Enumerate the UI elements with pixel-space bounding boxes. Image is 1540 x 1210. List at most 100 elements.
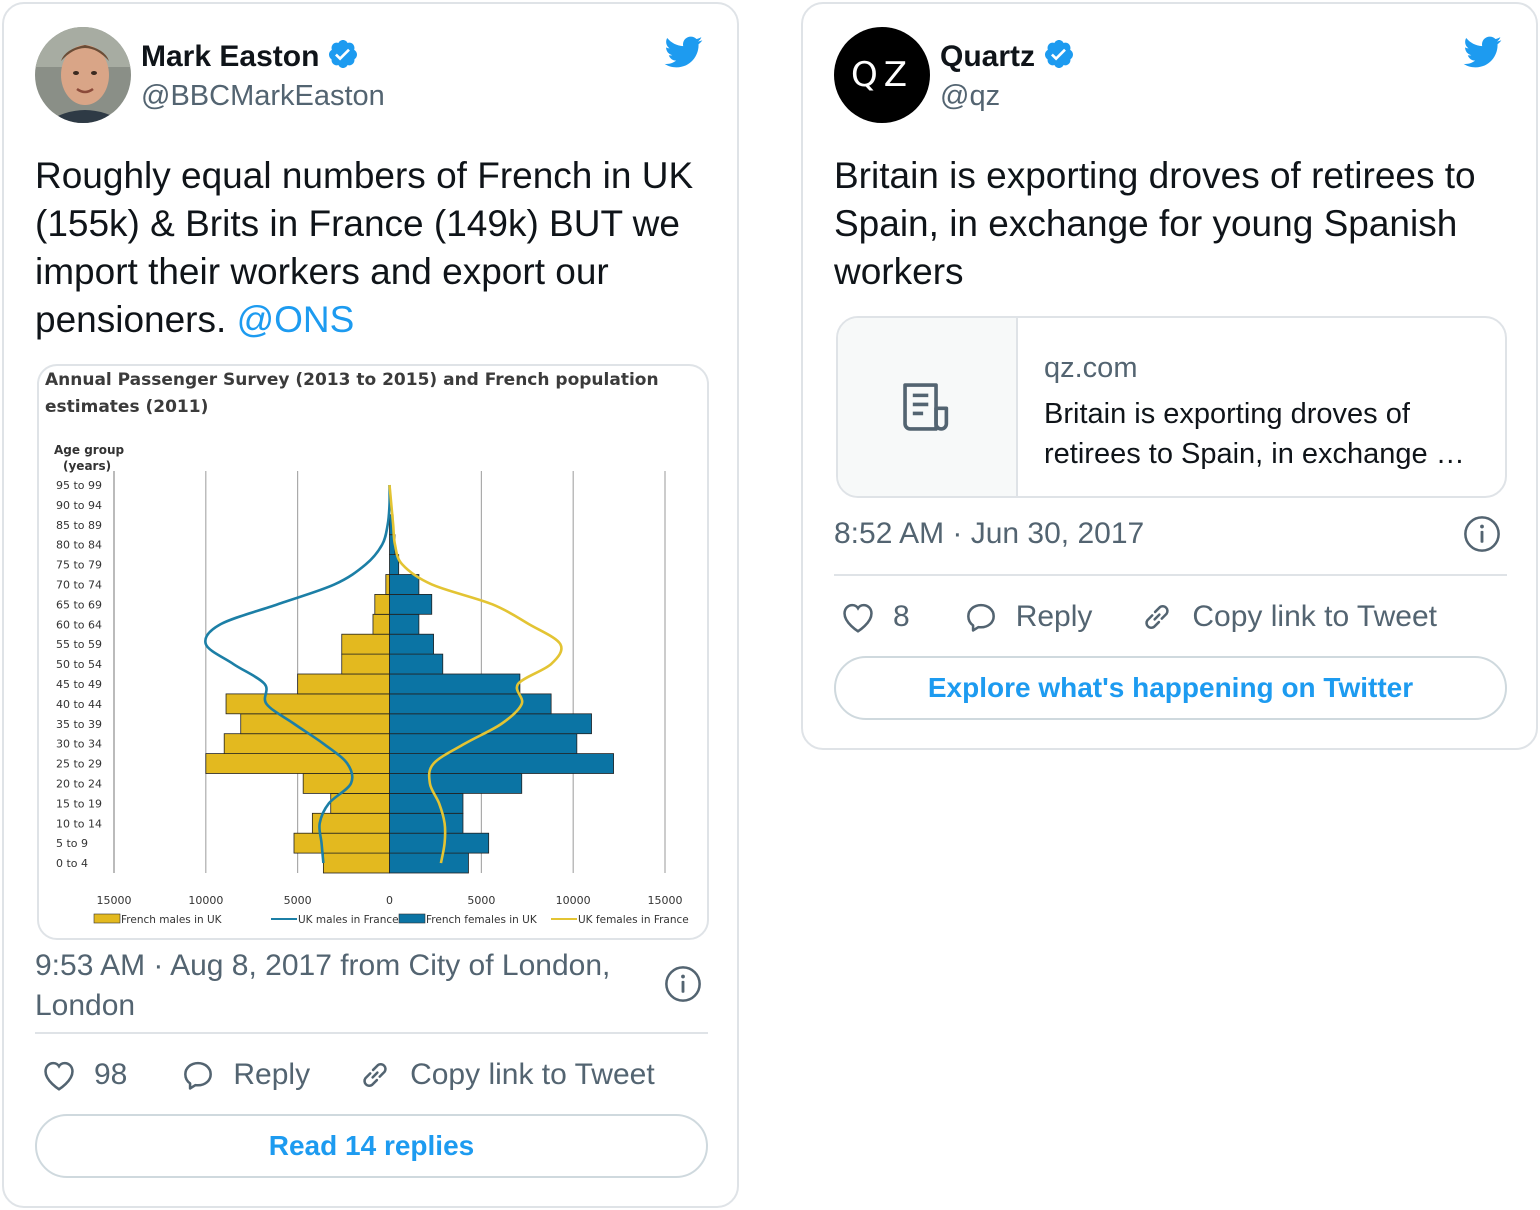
- population-pyramid-chart: Annual Passenger Survey (2013 to 2015) a…: [45, 370, 689, 926]
- twitter-bird-icon[interactable]: [1457, 32, 1507, 72]
- legend-label: UK males in France: [298, 914, 399, 926]
- tweet-card-quartz[interactable]: QZ Quartz @qz Britain is exporting drove…: [801, 2, 1538, 750]
- bar-french-females: [389, 733, 578, 755]
- avatar-logo-text: QZ: [850, 55, 914, 95]
- link-title[interactable]: Britain is exporting droves of retirees …: [1044, 394, 1484, 474]
- tweet-timestamp[interactable]: 9:53 AM · Aug 8, 2017 from City of Londo…: [35, 946, 655, 1026]
- copy-link-button[interactable]: Copy link to Tweet: [356, 1056, 655, 1094]
- y-tick-label: 25 to 29: [56, 758, 102, 771]
- tweet-card-mark-easton[interactable]: Mark Easton @BBCMarkEaston Roughly equal…: [2, 2, 739, 1208]
- read-replies-button[interactable]: Read 14 replies: [35, 1114, 708, 1178]
- bar-french-males: [372, 613, 390, 635]
- x-tick-label: 15000: [97, 894, 132, 907]
- reply-label[interactable]: Reply: [1016, 600, 1093, 634]
- info-icon[interactable]: [664, 965, 702, 1003]
- y-tick-label: 35 to 39: [56, 718, 102, 731]
- copy-link-label[interactable]: Copy link to Tweet: [410, 1058, 655, 1092]
- reply-bubble-icon[interactable]: [179, 1056, 217, 1094]
- bar-french-females: [389, 574, 420, 595]
- legend-swatch: [93, 913, 121, 924]
- link-icon[interactable]: [1138, 598, 1176, 636]
- bar-french-females: [389, 693, 552, 715]
- y-tick-label: 95 to 99: [56, 479, 102, 492]
- y-tick-label: 50 to 54: [56, 658, 102, 671]
- y-tick-label: 20 to 24: [56, 777, 102, 790]
- y-tick-label: 5 to 9: [56, 837, 88, 850]
- bar-french-females: [389, 593, 433, 615]
- like-button[interactable]: 98: [40, 1056, 127, 1094]
- reply-label[interactable]: Reply: [233, 1058, 310, 1092]
- bar-french-females: [389, 633, 434, 655]
- author-name[interactable]: Quartz: [940, 40, 1035, 74]
- like-count[interactable]: 8: [893, 600, 910, 634]
- x-tick-label: 0: [386, 894, 393, 907]
- bar-french-males: [297, 673, 390, 695]
- link-icon[interactable]: [356, 1056, 394, 1094]
- bar-french-females: [389, 812, 464, 834]
- y-axis-label-2: (years): [63, 459, 111, 473]
- tweet-timestamp[interactable]: 8:52 AM · Jun 30, 2017: [834, 514, 1144, 554]
- avatar[interactable]: QZ: [834, 27, 930, 123]
- bar-french-males: [223, 733, 390, 755]
- like-button[interactable]: 8: [839, 598, 910, 636]
- bar-french-females: [389, 852, 469, 874]
- bar-french-males: [293, 832, 390, 854]
- y-tick-label: 65 to 69: [56, 598, 102, 611]
- author-name[interactable]: Mark Easton: [141, 40, 319, 74]
- article-icon: [903, 383, 949, 431]
- tweet-text: Roughly equal numbers of French in UK (1…: [35, 155, 694, 340]
- bar-french-females: [389, 792, 464, 814]
- bar-french-males: [311, 812, 390, 834]
- avatar[interactable]: [35, 27, 131, 123]
- legend-label: French males in UK: [121, 914, 223, 926]
- tweet-text: Britain is exporting droves of retirees …: [834, 155, 1476, 292]
- y-tick-label: 40 to 44: [56, 698, 102, 711]
- y-tick-label: 85 to 89: [56, 519, 102, 532]
- timestamp-line2[interactable]: London: [35, 986, 655, 1026]
- bar-french-females: [389, 673, 521, 695]
- reply-button[interactable]: Reply: [179, 1056, 310, 1094]
- heart-icon[interactable]: [40, 1056, 78, 1094]
- link-title-line2[interactable]: retirees to Spain, in exchange …: [1044, 434, 1484, 474]
- heart-icon[interactable]: [839, 598, 877, 636]
- bar-french-males: [205, 753, 390, 774]
- reply-bubble-icon[interactable]: [962, 598, 1000, 636]
- bar-french-males: [374, 593, 390, 615]
- y-tick-label: 45 to 49: [56, 678, 102, 691]
- tweet-body: Roughly equal numbers of French in UK (1…: [35, 152, 695, 344]
- bar-french-males: [240, 713, 390, 735]
- like-count[interactable]: 98: [94, 1058, 127, 1092]
- link-preview-card[interactable]: qz.com Britain is exporting droves of re…: [836, 316, 1507, 498]
- copy-link-button[interactable]: Copy link to Tweet: [1138, 598, 1437, 636]
- chart-image[interactable]: Annual Passenger Survey (2013 to 2015) a…: [37, 364, 709, 940]
- y-tick-label: 70 to 74: [56, 578, 102, 591]
- author-handle[interactable]: @qz: [940, 80, 1000, 113]
- timestamp-line1[interactable]: 9:53 AM · Aug 8, 2017 from City of Londo…: [35, 946, 655, 986]
- bar-french-males: [341, 653, 390, 675]
- y-tick-label: 80 to 84: [56, 539, 102, 552]
- divider: [35, 1032, 708, 1034]
- bar-french-males: [341, 633, 390, 655]
- y-tick-label: 90 to 94: [56, 499, 102, 512]
- twitter-bird-icon[interactable]: [658, 32, 708, 72]
- chart-title-line1: Annual Passenger Survey (2013 to 2015) a…: [45, 370, 659, 390]
- x-tick-label: 10000: [188, 894, 223, 907]
- link-title-line1[interactable]: Britain is exporting droves of: [1044, 394, 1484, 434]
- reply-button[interactable]: Reply: [962, 598, 1093, 636]
- author-handle[interactable]: @BBCMarkEaston: [141, 80, 385, 113]
- y-tick-label: 55 to 59: [56, 638, 102, 651]
- legend-label: UK females in France: [578, 914, 689, 926]
- bar-french-females: [389, 753, 614, 774]
- info-icon[interactable]: [1463, 515, 1501, 553]
- y-tick-label: 0 to 4: [56, 857, 88, 870]
- link-domain[interactable]: qz.com: [1044, 350, 1505, 386]
- explore-twitter-button[interactable]: Explore what's happening on Twitter: [834, 656, 1507, 720]
- bar-french-males: [330, 792, 390, 814]
- link-thumbnail[interactable]: [838, 318, 1018, 496]
- x-tick-label: 5000: [284, 894, 312, 907]
- mention-link[interactable]: @ONS: [237, 299, 355, 340]
- bar-french-males: [385, 574, 390, 595]
- y-axis-label-1: Age group: [54, 443, 124, 457]
- copy-link-label[interactable]: Copy link to Tweet: [1192, 600, 1437, 634]
- y-tick-label: 30 to 34: [56, 738, 102, 751]
